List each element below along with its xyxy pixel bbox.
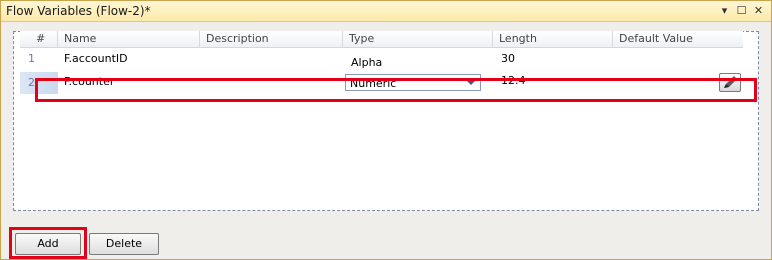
flow-variables-window: Flow Variables (Flow-2)* ▾ ☐ ✕ # Name De… xyxy=(0,0,772,260)
column-header-type[interactable]: Type xyxy=(343,31,493,48)
row-highlight-box xyxy=(35,78,757,102)
pin-dropdown-icon[interactable]: ▾ xyxy=(718,3,731,18)
window-title: Flow Variables (Flow-2)* xyxy=(6,4,151,18)
add-highlight-box xyxy=(9,227,87,259)
column-header-length[interactable]: Length xyxy=(493,31,613,48)
column-header-name[interactable]: Name xyxy=(58,31,200,48)
name-cell[interactable]: F.accountID xyxy=(58,49,200,71)
title-bar: Flow Variables (Flow-2)* ▾ ☐ ✕ xyxy=(1,1,771,22)
table-row[interactable]: 1 F.accountID Alpha 30 xyxy=(20,49,743,71)
close-icon[interactable]: ✕ xyxy=(752,3,765,18)
column-header-default-value[interactable]: Default Value xyxy=(613,31,743,48)
type-cell[interactable]: Alpha xyxy=(343,49,493,71)
window-controls: ▾ ☐ ✕ xyxy=(718,3,765,18)
length-cell[interactable]: 30 xyxy=(493,49,613,71)
description-cell[interactable] xyxy=(200,49,343,71)
row-number: 1 xyxy=(28,52,35,65)
column-header-number[interactable]: # xyxy=(20,31,58,48)
delete-button[interactable]: Delete xyxy=(89,233,159,255)
panel-body: # Name Description Type Length Default V… xyxy=(2,23,770,259)
maximize-icon[interactable]: ☐ xyxy=(735,3,748,18)
default-value-cell[interactable] xyxy=(613,49,743,71)
column-header-description[interactable]: Description xyxy=(200,31,343,48)
grid-header: # Name Description Type Length Default V… xyxy=(20,31,743,48)
